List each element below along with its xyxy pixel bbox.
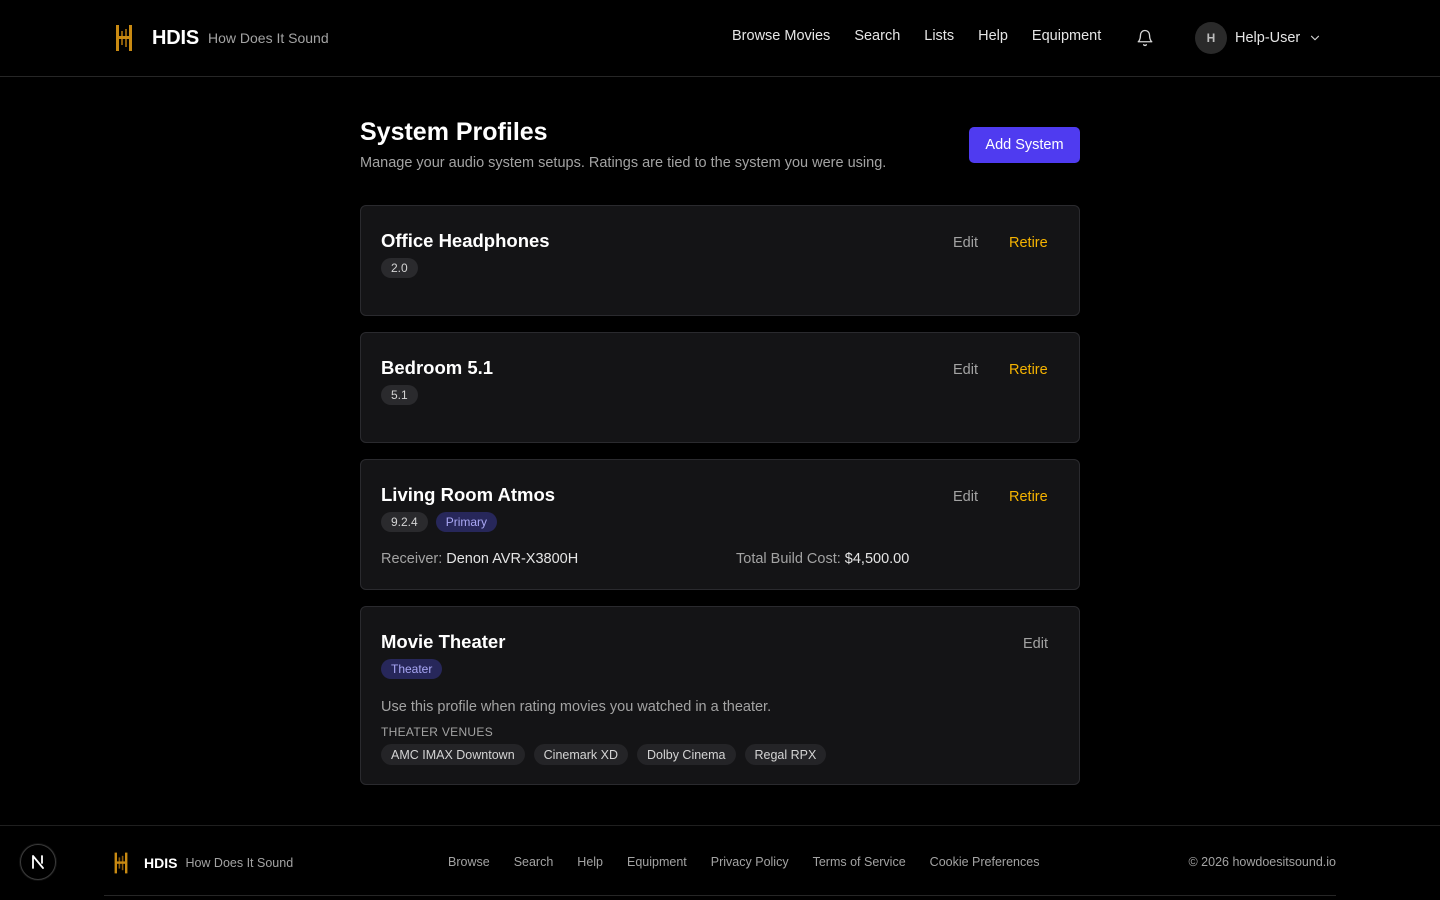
- footer-brand-tagline: How Does It Sound: [185, 856, 294, 870]
- system-name: Living Room Atmos: [381, 484, 556, 505]
- system-description: Use this profile when rating movies you …: [381, 699, 772, 715]
- page-title: System Profiles: [360, 118, 548, 146]
- venue-chip: AMC IMAX Downtown: [381, 744, 525, 765]
- retire-button[interactable]: Retire: [1009, 235, 1048, 251]
- brand[interactable]: HDIS How Does It Sound: [114, 22, 329, 54]
- venue-chip: Regal RPX: [744, 744, 827, 765]
- system-card: Bedroom 5.1 5.1 Edit Retire: [360, 332, 1080, 443]
- footer-link-terms[interactable]: Terms of Service: [813, 855, 906, 869]
- footer: HDIS How Does It Sound Browse Search Hel…: [0, 825, 1440, 900]
- receiver-label: Receiver:: [381, 551, 443, 567]
- footer-link-cookies[interactable]: Cookie Preferences: [930, 855, 1040, 869]
- footer-brand-name: HDIS: [144, 855, 178, 871]
- cost-label: Total Build Cost:: [736, 551, 841, 567]
- nav-help[interactable]: Help: [978, 28, 1008, 44]
- channel-badge: 2.0: [381, 258, 418, 278]
- primary-badge: Primary: [435, 512, 498, 532]
- venues-label: THEATER VENUES: [381, 725, 493, 739]
- system-name: Movie Theater: [381, 631, 506, 652]
- nav-equipment[interactable]: Equipment: [1032, 28, 1101, 44]
- receiver-value: Denon AVR-X3800H: [446, 551, 579, 567]
- build-cost-info: Total Build Cost: $4,500.00: [736, 551, 909, 567]
- edit-button[interactable]: Edit: [953, 489, 978, 505]
- add-system-button[interactable]: Add System: [969, 127, 1080, 163]
- user-name: Help-User: [1235, 30, 1301, 46]
- footer-link-privacy[interactable]: Privacy Policy: [711, 855, 789, 869]
- footer-link-search[interactable]: Search: [514, 855, 554, 869]
- edit-button[interactable]: Edit: [953, 362, 978, 378]
- channel-badge: 9.2.4: [381, 512, 428, 532]
- nav-browse-movies[interactable]: Browse Movies: [732, 28, 830, 44]
- main-nav: Browse Movies Search Lists Help Equipmen…: [732, 28, 1125, 44]
- system-name: Office Headphones: [381, 230, 550, 251]
- next-logo-icon: [32, 855, 44, 869]
- theater-badge: Theater: [381, 659, 443, 679]
- footer-link-help[interactable]: Help: [577, 855, 603, 869]
- chevron-down-icon: [1311, 35, 1320, 41]
- system-badges: 2.0: [381, 258, 426, 278]
- footer-link-equipment[interactable]: Equipment: [627, 855, 687, 869]
- footer-brand[interactable]: HDIS How Does It Sound: [113, 851, 293, 875]
- system-name: Bedroom 5.1: [381, 357, 494, 378]
- venue-chip: Dolby Cinema: [636, 744, 736, 765]
- brand-tagline: How Does It Sound: [207, 30, 329, 46]
- copyright: © 2026 howdoesitsound.io: [1188, 855, 1336, 869]
- system-card: Movie Theater Theater Edit Use this prof…: [360, 606, 1080, 785]
- top-header: HDIS How Does It Sound Browse Movies Sea…: [0, 0, 1440, 77]
- avatar: H: [1195, 22, 1227, 54]
- system-card: Office Headphones 2.0 Edit Retire: [360, 205, 1080, 316]
- edit-button[interactable]: Edit: [1023, 636, 1048, 652]
- nav-lists[interactable]: Lists: [924, 28, 954, 44]
- receiver-info: Receiver: Denon AVR-X3800H: [381, 551, 578, 567]
- channel-badge: 5.1: [381, 385, 418, 405]
- system-badges: 5.1: [381, 385, 426, 405]
- system-card: Living Room Atmos 9.2.4 Primary Edit Ret…: [360, 459, 1080, 590]
- nav-search[interactable]: Search: [854, 28, 900, 44]
- user-menu[interactable]: H Help-User: [1195, 22, 1322, 54]
- footer-divider: [104, 895, 1336, 896]
- footer-links: Browse Search Help Equipment Privacy Pol…: [448, 855, 1063, 869]
- retire-button[interactable]: Retire: [1009, 489, 1048, 505]
- footer-link-browse[interactable]: Browse: [448, 855, 490, 869]
- cost-value: $4,500.00: [844, 551, 910, 567]
- page-subtitle: Manage your audio system setups. Ratings…: [360, 155, 887, 171]
- bell-icon[interactable]: [1136, 29, 1154, 47]
- brand-name: HDIS: [152, 26, 199, 49]
- system-badges: Theater: [381, 659, 450, 679]
- venue-list: AMC IMAX Downtown Cinemark XD Dolby Cine…: [381, 744, 835, 765]
- system-badges: 9.2.4 Primary: [381, 512, 505, 532]
- brand-logo-icon: [116, 25, 132, 51]
- venue-chip: Cinemark XD: [533, 744, 628, 765]
- edit-button[interactable]: Edit: [953, 235, 978, 251]
- next-logo-icon[interactable]: [20, 844, 56, 880]
- retire-button[interactable]: Retire: [1009, 362, 1048, 378]
- brand-logo-icon: [114, 852, 128, 874]
